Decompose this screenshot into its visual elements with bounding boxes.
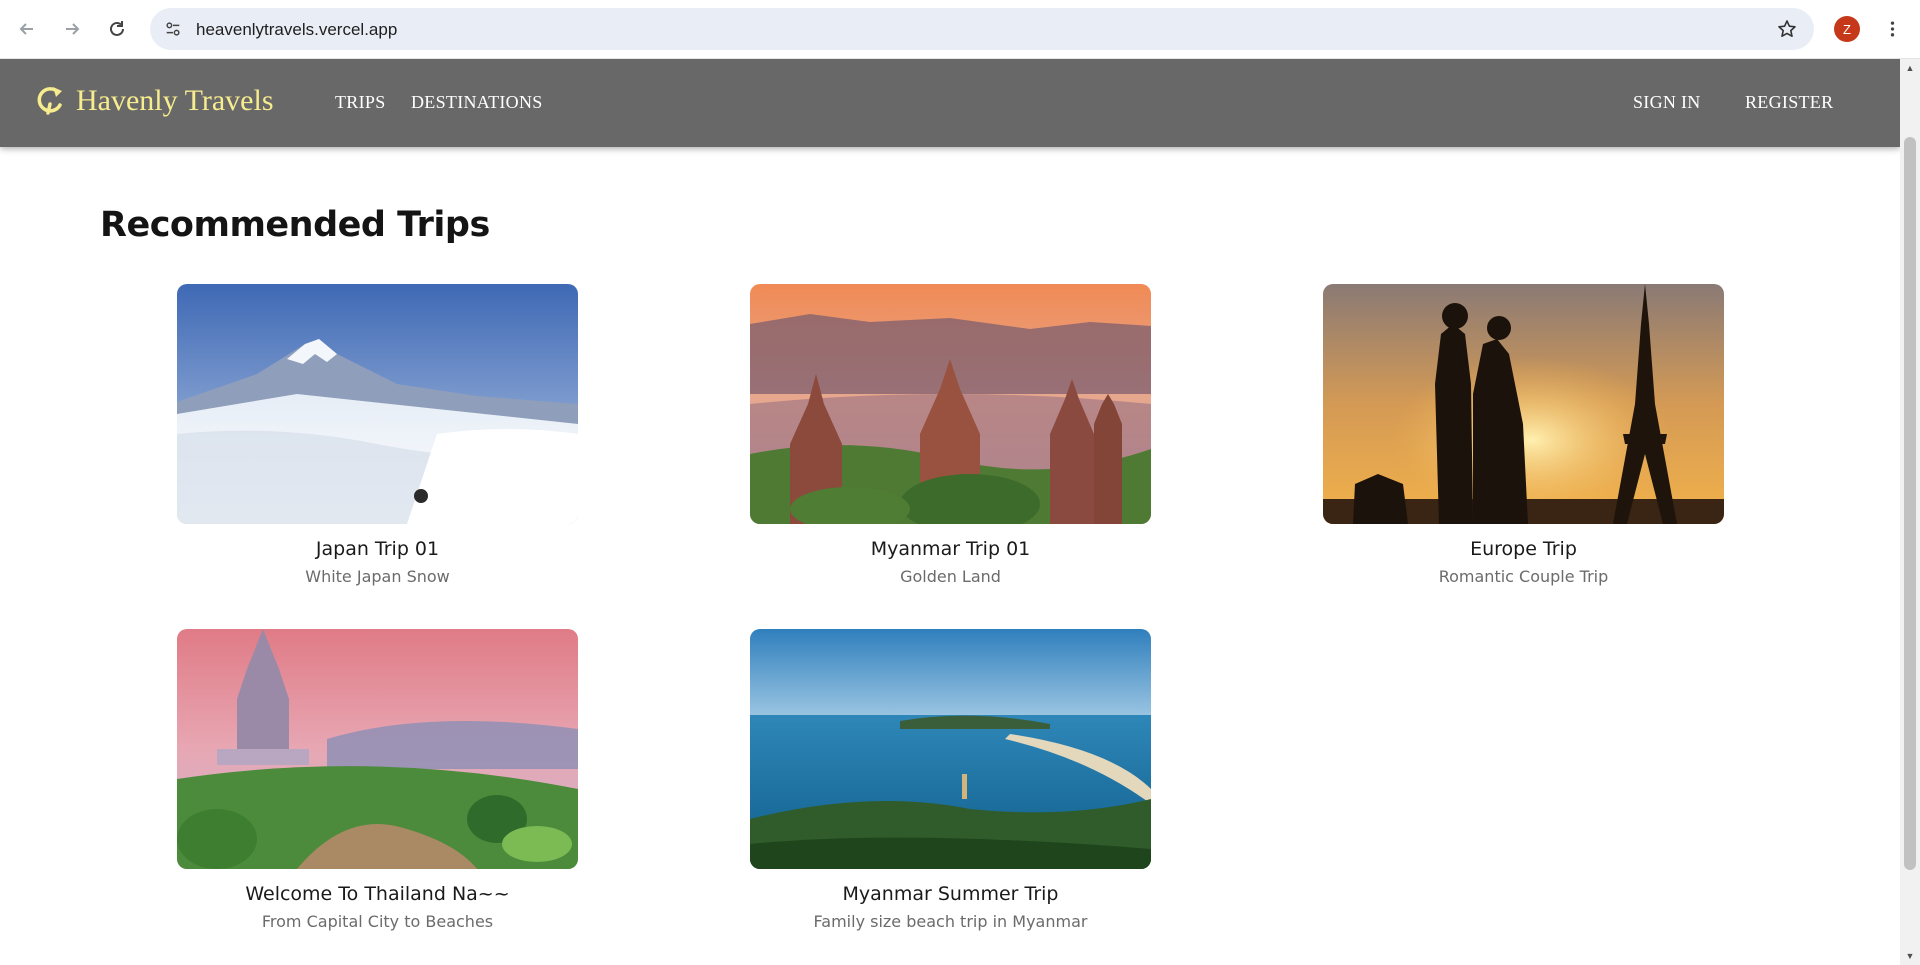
trip-image[interactable] <box>177 629 578 869</box>
trip-image[interactable] <box>177 284 578 524</box>
trip-card[interactable]: Myanmar Trip 01 Golden Land <box>750 284 1151 586</box>
bagan-pagodas-photo <box>750 284 1151 524</box>
url-text[interactable]: heavenlytravels.vercel.app <box>196 20 397 40</box>
page-title: Recommended Trips <box>100 205 490 245</box>
arrow-right-icon <box>66 23 80 35</box>
trip-title[interactable]: Myanmar Summer Trip <box>750 883 1151 905</box>
globe-plane-logo-icon <box>34 83 66 119</box>
snowy-mountain-photo <box>177 284 578 524</box>
trip-title[interactable]: Japan Trip 01 <box>177 538 578 560</box>
tropical-bay-photo <box>750 629 1151 869</box>
profile-avatar[interactable]: Z <box>1834 16 1860 42</box>
trip-card[interactable]: Japan Trip 01 White Japan Snow <box>177 284 578 586</box>
trip-subtitle: From Capital City to Beaches <box>261 912 494 931</box>
trip-title[interactable]: Myanmar Trip 01 <box>750 538 1151 560</box>
reload-button[interactable] <box>100 12 134 46</box>
back-button[interactable] <box>10 12 44 46</box>
forward-button[interactable] <box>55 12 89 46</box>
trip-image[interactable] <box>750 629 1151 869</box>
trip-title[interactable]: Europe Trip <box>1323 538 1724 560</box>
trip-subtitle: Golden Land <box>900 567 1001 586</box>
nav-trips[interactable]: TRIPS <box>335 92 386 113</box>
trip-image[interactable] <box>1323 284 1724 524</box>
browser-toolbar: heavenlytravels.vercel.app Z <box>0 0 1920 59</box>
site-info-icon[interactable] <box>162 18 184 40</box>
thai-pagoda-garden-photo <box>177 629 578 869</box>
page-viewport: Havenly Travels TRIPS DESTINATIONS SIGN … <box>0 59 1900 965</box>
trip-card[interactable]: Myanmar Summer Trip Family size beach tr… <box>750 629 1151 931</box>
bookmark-star-icon[interactable] <box>1776 18 1798 40</box>
vertical-scrollbar[interactable]: ▲ ▼ <box>1900 59 1920 965</box>
nav-sign-in[interactable]: SIGN IN <box>1633 92 1701 113</box>
arrow-left-icon <box>19 23 33 35</box>
scroll-down-arrow-icon[interactable]: ▼ <box>1905 951 1915 961</box>
scrollbar-thumb[interactable] <box>1904 137 1916 870</box>
scroll-up-arrow-icon[interactable]: ▲ <box>1905 63 1915 73</box>
address-bar[interactable]: heavenlytravels.vercel.app <box>150 8 1814 50</box>
reload-icon <box>110 21 124 36</box>
trip-title[interactable]: Welcome To Thailand Na~~ <box>177 883 578 905</box>
browser-menu-icon[interactable] <box>1880 14 1904 44</box>
trip-subtitle: Family size beach trip in Myanmar <box>813 912 1088 931</box>
nav-register[interactable]: REGISTER <box>1745 92 1833 113</box>
trip-subtitle: White Japan Snow <box>305 567 450 586</box>
app-navbar: Havenly Travels TRIPS DESTINATIONS SIGN … <box>0 59 1900 147</box>
brand-name: Havenly Travels <box>76 84 274 117</box>
trip-card[interactable]: Welcome To Thailand Na~~ From Capital Ci… <box>177 629 578 931</box>
trip-image[interactable] <box>750 284 1151 524</box>
trip-card[interactable]: Europe Trip Romantic Couple Trip <box>1323 284 1724 586</box>
brand-link[interactable]: Havenly Travels <box>34 83 274 119</box>
eiffel-tower-sunset-photo <box>1323 284 1724 524</box>
trip-subtitle: Romantic Couple Trip <box>1438 567 1609 586</box>
nav-destinations[interactable]: DESTINATIONS <box>411 92 543 113</box>
